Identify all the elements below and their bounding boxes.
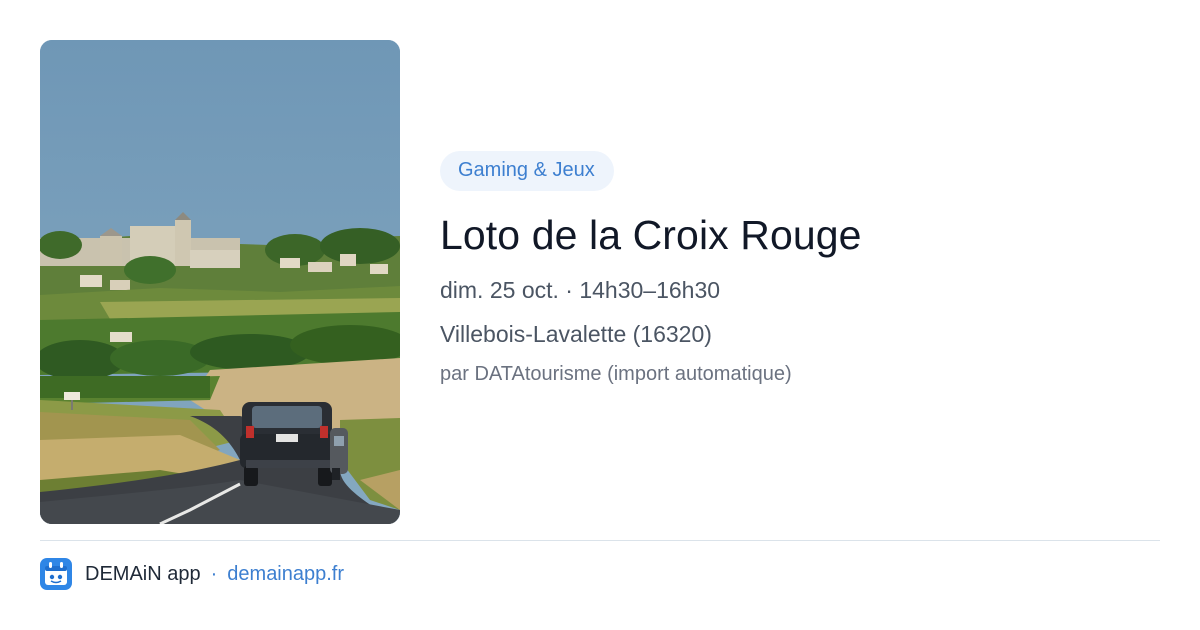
- footer-divider: [40, 540, 1160, 541]
- footer-separator: ·: [210, 562, 218, 585]
- event-card: Gaming & Jeux Loto de la Croix Rouge dim…: [0, 0, 1200, 630]
- category-badge[interactable]: Gaming & Jeux: [440, 151, 614, 191]
- event-source: par DATAtourisme (import automatique): [440, 363, 792, 385]
- event-info: Gaming & Jeux Loto de la Croix Rouge dim…: [440, 151, 1160, 387]
- village-road-photo: [40, 40, 400, 524]
- footer: DEMAiN app · demainapp.fr: [40, 558, 344, 590]
- event-location: Villebois-Lavalette (16320): [440, 321, 712, 347]
- site-link[interactable]: demainapp.fr: [227, 563, 344, 586]
- app-name: DEMAiN app: [85, 562, 201, 585]
- demain-app-logo-icon: [40, 558, 72, 590]
- event-datetime: dim. 25 oct. · 14h30–16h30: [440, 277, 721, 303]
- event-title: Loto de la Croix Rouge: [440, 212, 862, 258]
- event-photo: [40, 40, 400, 524]
